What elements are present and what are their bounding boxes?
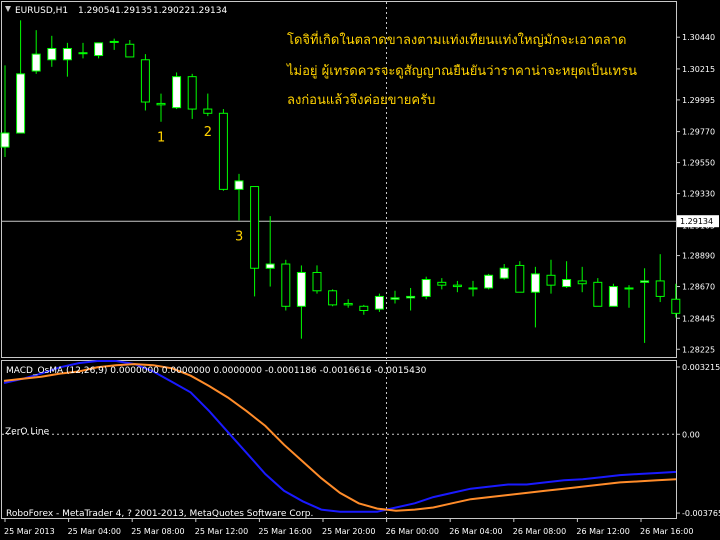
candle-body xyxy=(234,180,244,190)
candle-body xyxy=(437,281,447,286)
candle-body xyxy=(265,263,275,269)
price-tick-label: 1.29770 xyxy=(682,128,715,137)
candle-body xyxy=(468,287,478,290)
symbol-header: EURUSD,H1 1.29054 1.29135 1.29022 1.2913… xyxy=(5,6,227,16)
annotation-note: โดจิที่เกิดในตลาดขาลงตามแท่งเทียนแท่งใหญ… xyxy=(286,31,637,108)
price-tick-label: 1.28890 xyxy=(682,252,715,261)
candle-body xyxy=(484,274,494,289)
candle-body xyxy=(312,271,322,292)
price-tick-label: 1.30440 xyxy=(682,33,715,42)
price-tick-label: 1.28670 xyxy=(682,283,715,292)
candle-body xyxy=(78,52,88,55)
candle-body xyxy=(343,302,353,306)
candle-body xyxy=(546,274,556,286)
candle-body xyxy=(374,295,384,310)
time-tick-label: 26 Mar 08:00 xyxy=(513,527,566,536)
candle-body xyxy=(515,264,525,293)
header-open: 1.29054 xyxy=(78,6,115,16)
indicator-title: MACD_OsMA (12,26,9) 0.0000000 0.0000000 … xyxy=(6,366,427,376)
header-low: 1.29022 xyxy=(153,6,190,16)
candle-body xyxy=(296,271,306,307)
price-tick-label: 1.29330 xyxy=(682,190,715,199)
candle-body xyxy=(156,102,166,106)
candle-body xyxy=(16,73,26,134)
candle-body xyxy=(577,280,587,285)
price-tick-label: 1.30215 xyxy=(682,65,715,74)
candle-body xyxy=(281,263,291,307)
candle-body xyxy=(62,47,72,61)
candle-body xyxy=(608,286,618,307)
candle-body xyxy=(203,108,213,114)
time-tick-label: 26 Mar 04:00 xyxy=(449,527,502,536)
time-tick-label: 26 Mar 12:00 xyxy=(576,527,629,536)
time-tick-label: 25 Mar 04:00 xyxy=(68,527,121,536)
candle-body xyxy=(218,112,228,190)
price-tick-label: 1.28445 xyxy=(682,314,715,323)
zero-line-label: ZerO Line xyxy=(5,427,50,437)
time-tick-label: 25 Mar 2013 xyxy=(4,527,55,536)
time-tick-label: 26 Mar 16:00 xyxy=(640,527,693,536)
annotation-line-3: ลงก่อนแล้วจึงค่อยขายครับ xyxy=(287,93,435,108)
time-tick-label: 25 Mar 12:00 xyxy=(195,527,248,536)
time-tick-label: 26 Mar 00:00 xyxy=(386,527,439,536)
candle-body xyxy=(359,305,369,312)
candle-body xyxy=(0,132,10,148)
candle-body xyxy=(624,287,634,290)
candle-body xyxy=(593,281,603,307)
candle-body xyxy=(390,297,400,300)
indicator-tick-label: -0.003765 xyxy=(682,509,720,518)
header-close: 1.29134 xyxy=(190,6,227,16)
candle-body xyxy=(172,76,182,109)
indicator-panel-frame xyxy=(1,360,677,519)
candle-body xyxy=(140,59,150,103)
time-tick-label: 25 Mar 16:00 xyxy=(258,527,311,536)
price-tick-label: 1.28225 xyxy=(682,345,715,354)
candle-body xyxy=(640,280,650,283)
price-tick-label: 1.29995 xyxy=(682,96,715,105)
candle-body xyxy=(31,53,41,72)
chart-window: 1.30440 1.30215 1.29995 1.29770 1.29550 1.293… xyxy=(0,1,720,536)
candle-body xyxy=(328,290,338,306)
candle-body xyxy=(421,279,431,297)
candle-body xyxy=(94,42,104,57)
candle-body xyxy=(109,40,119,43)
candle-body xyxy=(47,47,57,61)
candle-body xyxy=(562,279,572,288)
annotation-line-2: ไม่อยู่ ผู้เทรดควรจะดูสัญญาณยืนยันว่าราค… xyxy=(286,61,637,79)
candle-body xyxy=(655,280,665,297)
indicator-tick-label: 0.00 xyxy=(682,430,700,439)
indicator-tick-label: 0.003215 xyxy=(682,363,720,372)
candle-body xyxy=(499,267,509,279)
annotation-line-1: โดจิที่เกิดในตลาดขาลงตามแท่งเทียนแท่งใหญ… xyxy=(287,31,626,48)
candle-marker: 3 xyxy=(235,229,243,244)
candle-body xyxy=(187,76,197,110)
signal-line xyxy=(3,363,677,512)
candle-body xyxy=(530,273,540,293)
candle-body xyxy=(452,284,462,288)
header-arrow-icon xyxy=(5,6,11,12)
copyright-footer: RoboForex - MetaTrader 4, ? 2001-2013, M… xyxy=(6,509,313,519)
time-tick-label: 25 Mar 20:00 xyxy=(322,527,375,536)
candle-body xyxy=(406,295,416,299)
candle-body xyxy=(250,186,260,269)
header-high: 1.29135 xyxy=(115,6,152,16)
macd-line xyxy=(3,360,677,513)
candle-body xyxy=(671,298,681,314)
candle-body xyxy=(125,43,135,58)
time-tick-label: 25 Mar 08:00 xyxy=(131,527,184,536)
candle-marker: 2 xyxy=(204,125,212,140)
candle-marker: 1 xyxy=(157,131,165,146)
current-price-label: 1.29134 xyxy=(680,217,713,226)
header-symbol: EURUSD,H1 xyxy=(15,6,68,16)
price-tick-label: 1.29550 xyxy=(682,159,715,168)
